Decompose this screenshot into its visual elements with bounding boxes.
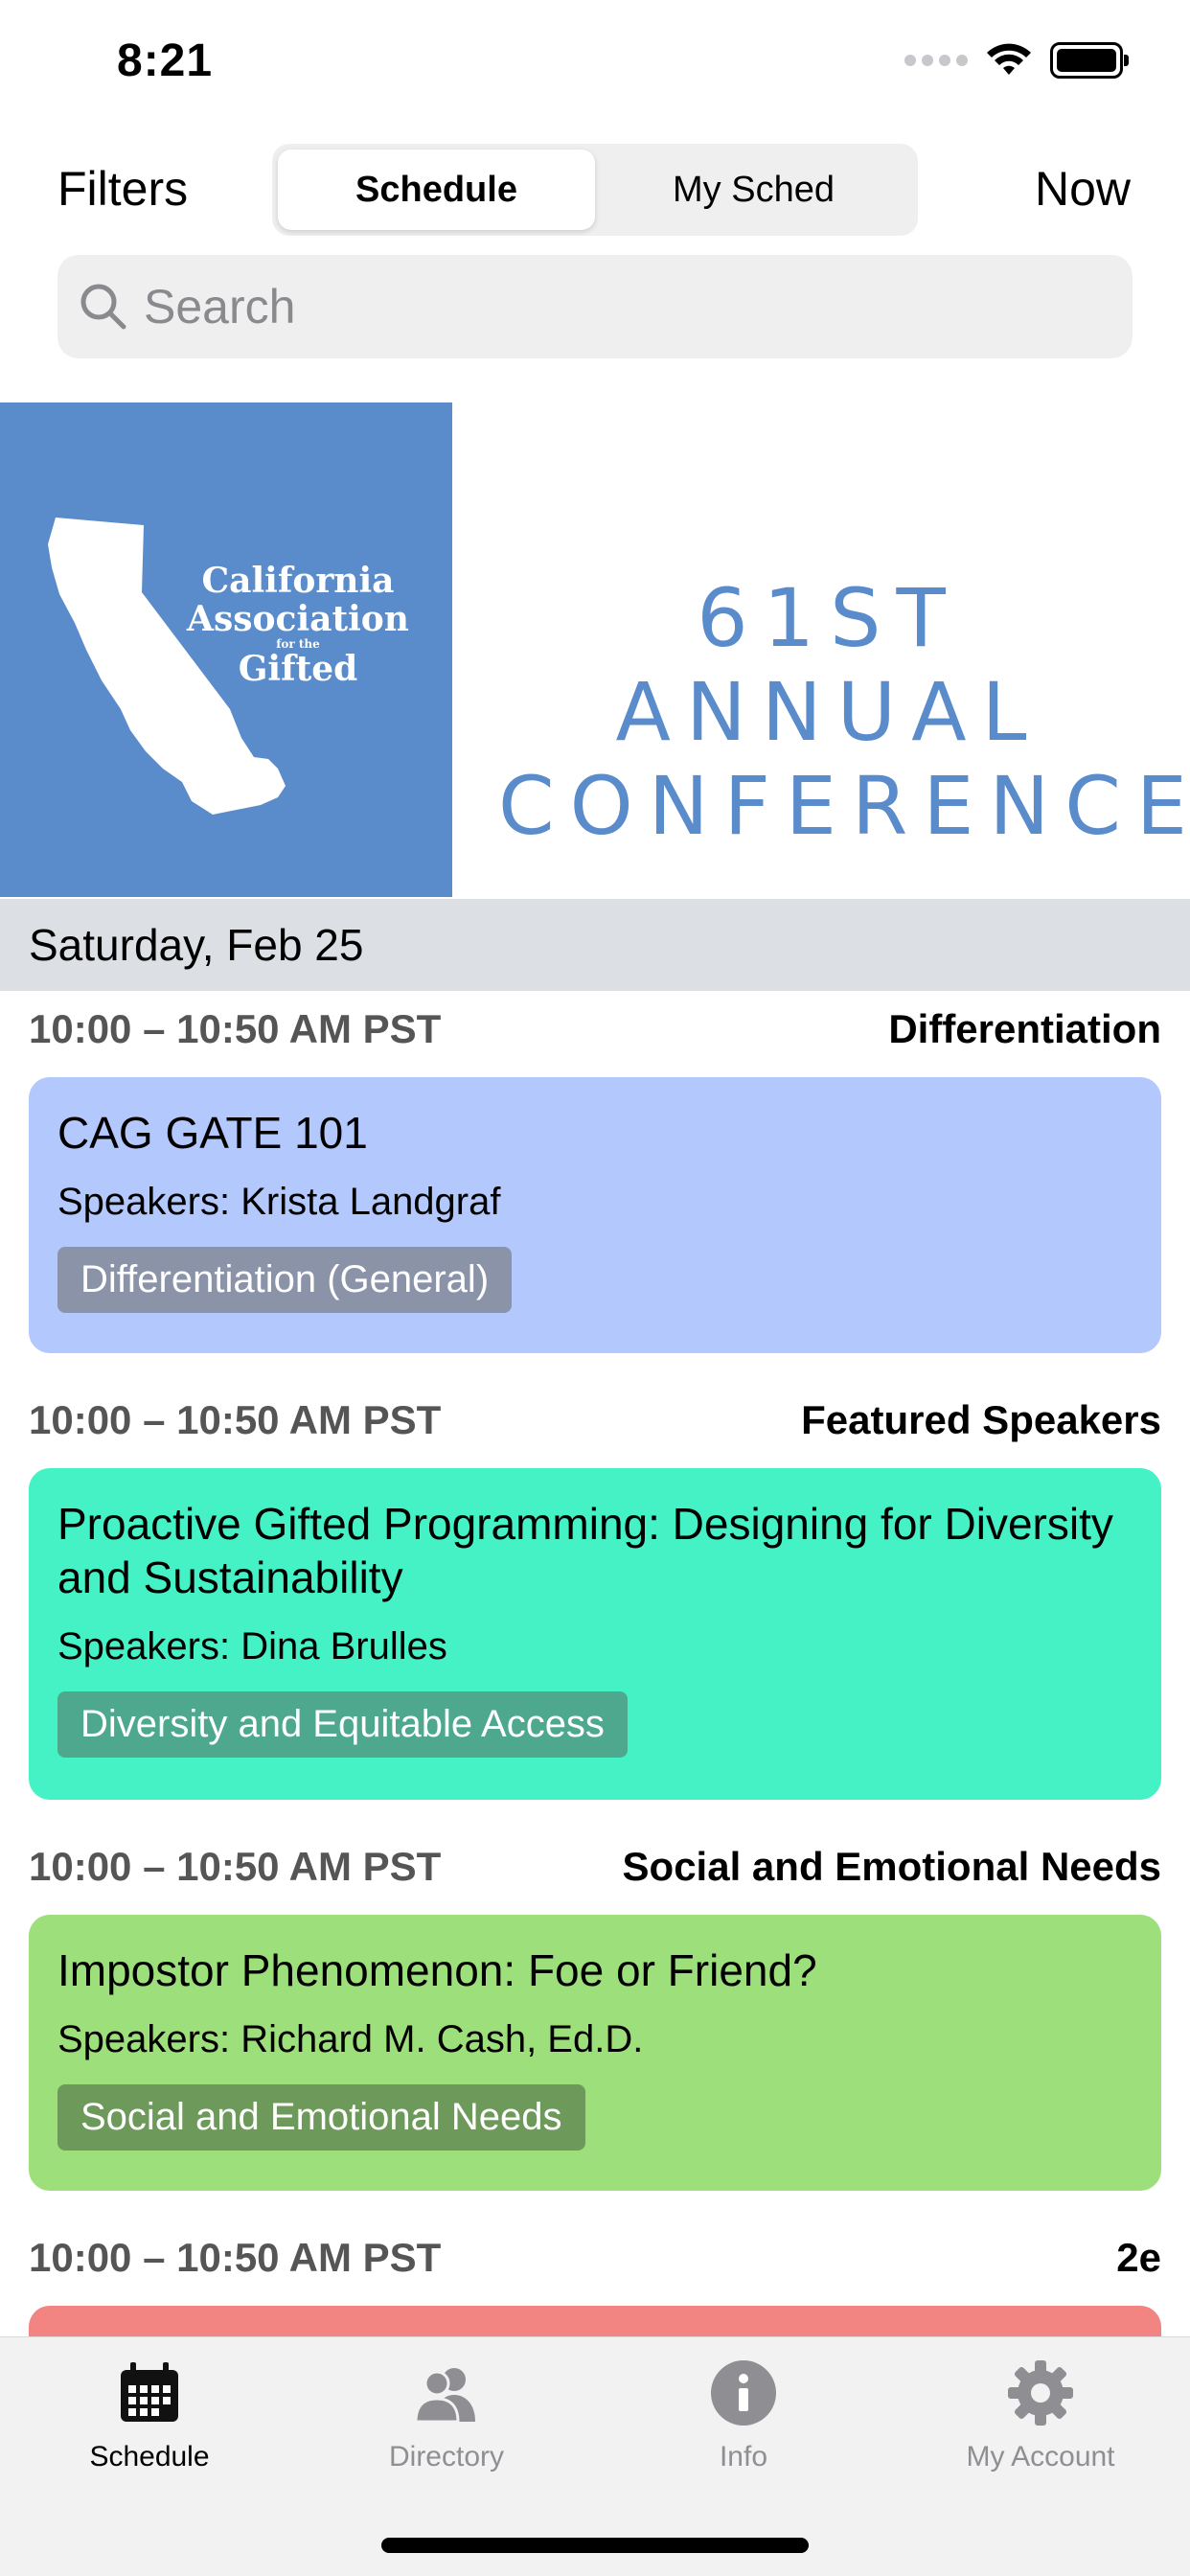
gear-icon <box>1008 2360 1073 2426</box>
session-card[interactable]: Impostor Phenomenon: Foe or Friend? Spea… <box>29 1915 1161 2191</box>
logo-text: California Association for the Gifted <box>187 561 409 689</box>
people-icon <box>414 2368 475 2424</box>
session-title: Impostor Phenomenon: Foe or Friend? <box>57 1945 817 1995</box>
session-meta: 10:00 – 10:50 AM PST Featured Speakers <box>29 1392 1161 1449</box>
banner-title-line1: 61ST ANNUAL <box>615 571 1042 759</box>
session-time: 10:00 – 10:50 AM PST <box>29 1006 442 1051</box>
session-card[interactable]: Proactive Gifted Programming: Designing … <box>29 1468 1161 1800</box>
session-speakers: Speakers: Richard M. Cash, Ed.D. <box>57 2018 644 2060</box>
search-icon <box>80 284 126 330</box>
wifi-icon <box>987 43 1031 75</box>
now-button[interactable]: Now <box>1035 161 1131 217</box>
status-time: 8:21 <box>117 35 214 86</box>
status-bar: 8:21 <box>0 0 1190 126</box>
search-placeholder: Search <box>144 280 296 334</box>
day-header: Saturday, Feb 25 <box>0 899 1190 991</box>
info-icon <box>711 2360 776 2426</box>
status-icons <box>904 42 1129 79</box>
tab-my-account[interactable]: My Account <box>926 2358 1156 2473</box>
session-tag: Differentiation (General) <box>57 1247 513 1313</box>
signal-icon <box>904 55 968 66</box>
segment-schedule[interactable]: Schedule <box>278 150 595 230</box>
session-title: Proactive Gifted Programming: Designing … <box>57 1499 1113 1602</box>
session-title: CAG GATE 101 <box>57 1108 368 1158</box>
session-tag: Diversity and Equitable Access <box>57 1691 628 1758</box>
tab-label: My Account <box>966 2441 1115 2472</box>
session-speakers: Speakers: Krista Landgraf <box>57 1181 501 1223</box>
session-track: Featured Speakers <box>801 1397 1161 1442</box>
session-track: Differentiation <box>888 1006 1161 1051</box>
tab-label: Directory <box>388 2441 504 2472</box>
search-input[interactable]: Search <box>57 255 1133 358</box>
nav-bar: Filters Schedule My Sched Now <box>0 142 1190 238</box>
banner-title-line2: CONFERENCE <box>498 759 1190 853</box>
schedule-segmented-control: Schedule My Sched <box>272 144 918 236</box>
session-card[interactable]: CAG GATE 101 Speakers: Krista Landgraf D… <box>29 1077 1161 1353</box>
session-meta: 10:00 – 10:50 AM PST 2e <box>29 2229 1161 2287</box>
session-tag: Social and Emotional Needs <box>57 2084 585 2150</box>
tab-info[interactable]: Info <box>629 2358 858 2473</box>
banner-title: 61ST ANNUAL CONFERENCE <box>498 571 1190 853</box>
tab-directory[interactable]: Directory <box>332 2358 561 2473</box>
calendar-icon <box>121 2362 178 2422</box>
session-time: 10:00 – 10:50 AM PST <box>29 1844 442 1889</box>
session-track: 2e <box>1116 2235 1161 2280</box>
session-speakers: Speakers: Dina Brulles <box>57 1625 447 1668</box>
segment-my-sched[interactable]: My Sched <box>595 150 912 230</box>
session-meta: 10:00 – 10:50 AM PST Differentiation <box>29 1000 1161 1058</box>
tab-label: Info <box>719 2441 768 2472</box>
filters-button[interactable]: Filters <box>57 161 188 217</box>
tab-schedule[interactable]: Schedule <box>34 2358 264 2473</box>
battery-icon <box>1050 42 1129 79</box>
cag-logo: California Association for the Gifted <box>0 402 452 897</box>
conference-banner: California Association for the Gifted 61… <box>0 402 1190 897</box>
session-track: Social and Emotional Needs <box>622 1844 1161 1889</box>
session-meta: 10:00 – 10:50 AM PST Social and Emotiona… <box>29 1838 1161 1896</box>
session-time: 10:00 – 10:50 AM PST <box>29 1397 442 1442</box>
home-indicator[interactable] <box>381 2538 809 2553</box>
session-time: 10:00 – 10:50 AM PST <box>29 2235 442 2280</box>
tab-label: Schedule <box>89 2441 210 2472</box>
